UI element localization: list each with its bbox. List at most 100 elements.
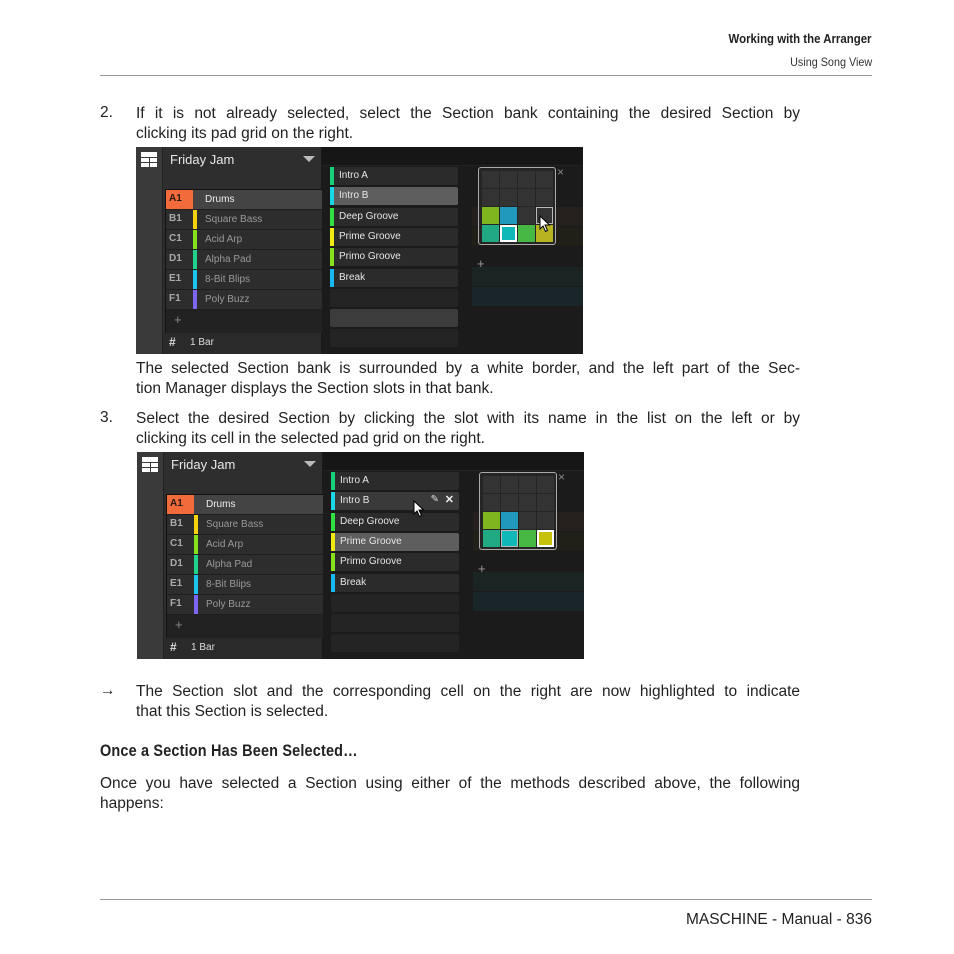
group-id: B1 <box>169 213 182 224</box>
section-color-swatch <box>330 248 334 267</box>
grid-icon[interactable]: # <box>170 640 177 654</box>
section-slot[interactable]: Deep Groove <box>330 207 458 226</box>
grid-setting-bar: #1 Bar <box>164 638 322 659</box>
empty-section-slot[interactable] <box>331 634 459 653</box>
pad-cell[interactable] <box>483 494 500 511</box>
page-footer: MASCHINE - Manual - 836 <box>685 911 872 928</box>
group-row[interactable]: B1 Square Bass <box>166 210 322 230</box>
group-row[interactable]: F1 Poly Buzz <box>166 290 322 310</box>
pad-cell[interactable] <box>537 512 554 529</box>
section-slot[interactable]: Break <box>331 573 459 592</box>
section-name: Deep Groove <box>340 515 400 527</box>
section-slot[interactable]: Intro A <box>330 167 458 185</box>
pad-cell[interactable] <box>536 171 553 188</box>
note-line: tion Manager displays the Section slots … <box>136 380 494 397</box>
delete-icon[interactable]: ✕ <box>445 493 454 506</box>
pad-cell[interactable] <box>519 476 536 493</box>
group-name: Acid Arp <box>205 234 243 245</box>
dropdown-arrow-icon[interactable] <box>304 461 316 467</box>
group-name: Drums <box>206 499 236 510</box>
pad-cell[interactable] <box>518 225 535 242</box>
pad-cell[interactable] <box>483 512 500 529</box>
section-slot[interactable]: Intro B <box>330 187 458 206</box>
pad-cell[interactable] <box>537 476 554 493</box>
song-title[interactable]: Friday Jam <box>171 457 235 472</box>
pad-cell[interactable] <box>500 189 517 206</box>
group-row[interactable]: B1 Square Bass <box>167 515 323 535</box>
pad-cell[interactable] <box>536 189 553 206</box>
group-row[interactable]: E1 8-Bit Blips <box>166 270 322 290</box>
pad-cell[interactable] <box>483 476 500 493</box>
group-row[interactable]: A1 Drums <box>166 190 322 210</box>
pad-cell[interactable] <box>519 494 536 511</box>
grid-setting-value[interactable]: 1 Bar <box>190 337 214 348</box>
note-text: The selected Section bank is surrounded … <box>136 359 800 399</box>
add-group-button[interactable]: + <box>175 617 183 632</box>
section-bank-pad-grid[interactable] <box>478 167 556 245</box>
step-number: 3. <box>100 409 113 426</box>
pad-cell[interactable] <box>518 207 535 224</box>
pad-cell[interactable] <box>501 512 518 529</box>
section-slot[interactable]: Intro A <box>331 472 459 490</box>
empty-section-slot[interactable] <box>330 329 458 348</box>
pad-cell[interactable] <box>518 189 535 206</box>
section-name: Intro B <box>340 495 370 507</box>
group-row[interactable]: D1 Alpha Pad <box>167 555 323 575</box>
pad-cell[interactable] <box>500 171 517 188</box>
pad-cell[interactable] <box>500 225 517 242</box>
song-title[interactable]: Friday Jam <box>170 152 234 167</box>
pad-cell[interactable] <box>482 189 499 206</box>
step-line: If it is not already selected, select th… <box>136 105 800 122</box>
grid-setting-value[interactable]: 1 Bar <box>191 642 215 653</box>
pad-cell[interactable] <box>519 512 536 529</box>
section-slot[interactable]: Prime Groove <box>331 532 459 551</box>
group-row[interactable]: D1 Alpha Pad <box>166 250 322 270</box>
layout-icon[interactable] <box>141 152 157 167</box>
add-group-button[interactable]: + <box>174 312 182 327</box>
empty-section-slot[interactable] <box>331 593 459 612</box>
pad-cell[interactable] <box>518 171 535 188</box>
empty-section-slot[interactable] <box>331 614 459 633</box>
group-row[interactable]: A1 Drums <box>167 495 323 515</box>
grid-icon[interactable]: # <box>169 335 176 349</box>
section-slot[interactable]: Intro B ✎ ✕ <box>331 492 459 511</box>
group-row[interactable]: E1 8-Bit Blips <box>167 575 323 595</box>
dropdown-arrow-icon[interactable] <box>303 156 315 162</box>
pad-cell[interactable] <box>501 530 518 547</box>
footer-rule <box>100 899 872 900</box>
layout-icon[interactable] <box>142 457 158 472</box>
step-line: clicking its pad grid on the right. <box>136 125 354 142</box>
pad-cell[interactable] <box>501 476 518 493</box>
section-bank-pad-grid[interactable] <box>479 472 557 550</box>
empty-section-slot[interactable] <box>330 309 458 328</box>
empty-section-slot[interactable] <box>330 288 458 307</box>
group-list: A1 Drums B1 Square Bass C1 Acid Arp D1 Alpha Pa… <box>165 189 323 334</box>
section-slot[interactable]: Prime Groove <box>330 227 458 246</box>
pad-cell[interactable] <box>482 207 499 224</box>
left-sidebar <box>136 147 163 354</box>
section-slot[interactable]: Primo Groove <box>330 248 458 267</box>
add-bank-icon[interactable]: + <box>477 256 485 271</box>
group-row[interactable]: F1 Poly Buzz <box>167 595 323 615</box>
group-row[interactable]: C1 Acid Arp <box>167 535 323 555</box>
add-bank-icon[interactable]: + <box>478 561 486 576</box>
group-row[interactable]: C1 Acid Arp <box>166 230 322 250</box>
section-color-swatch <box>331 532 335 551</box>
pad-cell[interactable] <box>500 207 517 224</box>
section-color-swatch <box>331 553 335 572</box>
pad-cell[interactable] <box>483 530 500 547</box>
pad-cell[interactable] <box>501 494 518 511</box>
pad-cell[interactable] <box>482 171 499 188</box>
close-icon[interactable]: × <box>557 165 564 179</box>
section-slot[interactable]: Deep Groove <box>331 512 459 531</box>
pad-cell[interactable] <box>537 530 554 547</box>
section-slot[interactable]: Primo Groove <box>331 553 459 572</box>
pad-cell[interactable] <box>537 494 554 511</box>
pad-cell[interactable] <box>482 225 499 242</box>
close-icon[interactable]: × <box>558 470 565 484</box>
note-line: The selected Section bank is surrounded … <box>136 360 800 377</box>
pad-cell[interactable] <box>519 530 536 547</box>
edit-pencil-icon[interactable]: ✎ <box>431 494 439 505</box>
section-slot[interactable]: Break <box>330 268 458 287</box>
section-color-swatch <box>331 512 335 531</box>
